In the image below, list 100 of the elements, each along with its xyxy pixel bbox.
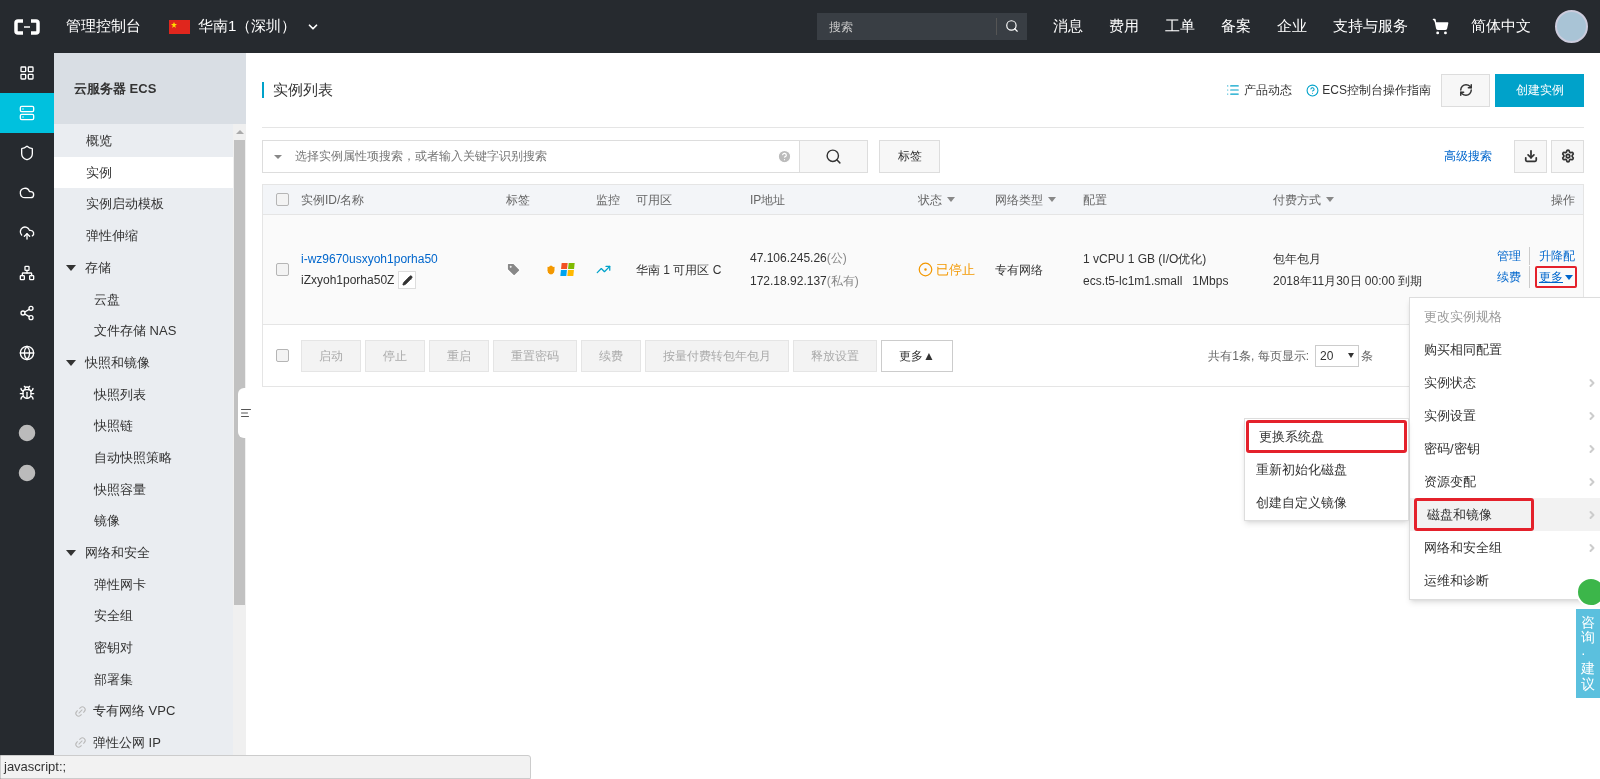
sidebar-item[interactable]: 专有网络 VPC [54, 695, 233, 728]
collapse-handle[interactable] [238, 388, 254, 438]
sidebar-item[interactable]: 快照列表 [54, 378, 233, 411]
action-link[interactable]: 管理 [1495, 247, 1523, 265]
tag-icon[interactable] [506, 262, 521, 277]
bandwidth: 1Mbps [1192, 272, 1229, 290]
nav-link[interactable]: 工单 [1165, 15, 1195, 38]
refresh-button[interactable] [1441, 73, 1490, 107]
list-icon [240, 407, 252, 419]
dot-icon [18, 464, 36, 482]
sidebar-item[interactable]: 镜像 [54, 505, 233, 537]
submenu-item[interactable]: 更换系统盘 [1246, 420, 1407, 453]
sidebar-item[interactable]: 概览 [54, 125, 233, 157]
pencil-icon [401, 274, 413, 286]
column-header: 标签 [506, 191, 530, 209]
expand-triangle-icon [66, 359, 76, 366]
sidebar-item[interactable]: 部署集 [54, 663, 233, 696]
tag-filter-button[interactable]: 标签 [879, 139, 940, 173]
sidebar-item[interactable]: 快照和镜像 [54, 346, 233, 379]
sidebar-item[interactable]: 弹性伸缩 [54, 220, 233, 252]
sidebar-item[interactable]: 云盘 [54, 283, 233, 316]
nav-link[interactable]: 支持与服务 [1333, 15, 1408, 38]
nav-link[interactable]: 企业 [1277, 15, 1307, 38]
china-flag-icon [169, 19, 190, 34]
submenu-item[interactable]: 重新初始化磁盘 [1246, 453, 1407, 486]
guide-link[interactable]: ECS控制台操作指南 [1322, 81, 1431, 99]
column-header: 配置 [1083, 191, 1107, 209]
cart-icon[interactable] [1432, 18, 1449, 35]
menu-item[interactable]: 磁盘和镜像 [1410, 498, 1600, 531]
export-button[interactable] [1514, 139, 1547, 173]
logo-icon[interactable] [14, 18, 40, 35]
menu-label: 更改实例规格 [1423, 307, 1503, 326]
checkbox[interactable] [275, 193, 289, 206]
sidebar-item[interactable]: 文件存储 NAS [54, 315, 233, 347]
region-selector[interactable]: 华南1（深圳） [198, 15, 321, 38]
share-icon [19, 305, 35, 321]
action-link[interactable]: 升降配 [1537, 247, 1577, 265]
billing-method: 包年包月 [1273, 250, 1322, 268]
help-icon [1306, 83, 1320, 97]
menu-item[interactable]: 实例设置 [1410, 399, 1600, 432]
export-icon [1523, 149, 1538, 163]
sidebar-item[interactable]: 自动快照策略 [54, 441, 233, 474]
dot-icon [18, 424, 36, 442]
menu-item[interactable]: 网络和安全组 [1410, 531, 1600, 564]
checkbox[interactable] [275, 349, 289, 362]
menu-label: 磁盘和镜像 [1414, 498, 1534, 531]
sidebar-item[interactable]: 弹性网卡 [54, 568, 233, 601]
menu-label: 资源变配 [1423, 472, 1477, 491]
menu-label: 实例状态 [1423, 373, 1477, 392]
menu-item[interactable]: 密码/密钥 [1410, 432, 1600, 465]
search-icon[interactable] [1005, 19, 1019, 33]
expand-triangle-icon [66, 264, 76, 271]
action-link[interactable]: 续费 [1495, 268, 1523, 286]
product-news-link[interactable]: 产品动态 [1244, 81, 1293, 99]
sidebar-item[interactable]: 实例 [54, 156, 233, 189]
language-selector[interactable]: 简体中文 [1471, 15, 1531, 38]
menu-label: 网络和安全组 [1423, 538, 1503, 557]
filter-field[interactable]: 选择实例属性项搜索，或者输入关键字识别搜索 [262, 139, 800, 173]
cloud-upload-icon [19, 225, 35, 241]
chat-bubble-icon[interactable] [1576, 577, 1600, 607]
network-icon [19, 265, 35, 281]
column-header: 可用区 [636, 191, 672, 209]
stopped-status-icon [918, 262, 933, 277]
sidebar-item[interactable]: 快照容量 [54, 473, 233, 506]
column-header[interactable]: 状态 [918, 190, 955, 209]
sidebar-item[interactable]: 存储 [54, 251, 233, 284]
sidebar-item[interactable]: 快照链 [54, 410, 233, 442]
submenu-item[interactable]: 创建自定义镜像 [1246, 486, 1407, 519]
expand-triangle-icon [66, 549, 76, 556]
nav-link[interactable]: 备案 [1221, 15, 1251, 38]
sidebar-item[interactable]: 密钥对 [54, 632, 233, 664]
bug-icon [19, 385, 35, 401]
pagination-unit: 条 [1361, 347, 1373, 365]
settings-button[interactable] [1551, 139, 1584, 173]
menu-item[interactable]: 资源变配 [1410, 465, 1600, 498]
avatar[interactable] [1555, 10, 1588, 43]
edit-button[interactable] [398, 271, 417, 289]
column-header[interactable]: 网络类型 [995, 190, 1056, 209]
menu-item[interactable]: 实例状态 [1410, 366, 1600, 399]
sidebar-item[interactable]: 实例启动模板 [54, 188, 233, 221]
shield-icon [19, 145, 35, 161]
menu-item[interactable]: 购买相同配置 [1410, 333, 1600, 366]
action-link[interactable]: 更多 [1535, 266, 1577, 288]
search-button[interactable] [800, 139, 868, 173]
menu-label: 购买相同配置 [1423, 340, 1503, 359]
instance-id-link[interactable]: i-wz9670usxyoh1porha50 [301, 250, 506, 268]
nav-link[interactable]: 费用 [1109, 15, 1139, 38]
server-icon [19, 105, 35, 121]
checkbox[interactable] [275, 263, 289, 276]
column-header[interactable]: 付费方式 [1273, 190, 1334, 209]
sidebar-item[interactable]: 安全组 [54, 600, 233, 632]
search-field[interactable]: 搜索 [817, 13, 1027, 40]
windows-icon [560, 263, 575, 276]
nav-link[interactable]: 消息 [1053, 15, 1083, 38]
sidebar-item[interactable]: 网络和安全 [54, 536, 233, 569]
batch-action-button[interactable]: 更多▲ [881, 339, 953, 372]
console-title[interactable]: 管理控制台 [66, 15, 141, 38]
status-text: 已停止 [936, 260, 975, 279]
advanced-search-link[interactable]: 高级搜索 [1444, 147, 1492, 165]
page-size-select[interactable]: 20 [1315, 344, 1359, 367]
